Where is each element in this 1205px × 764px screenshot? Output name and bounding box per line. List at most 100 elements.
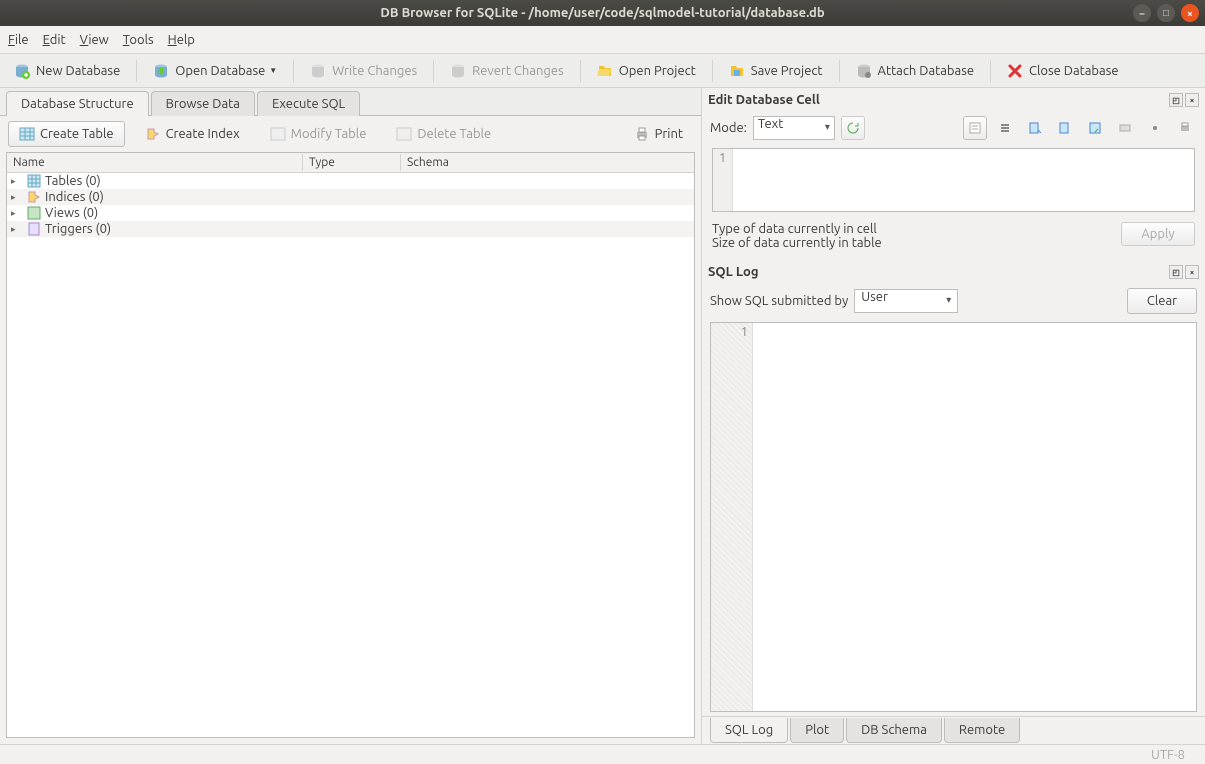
menu-tools[interactable]: Tools — [123, 33, 154, 47]
index-create-icon — [145, 126, 161, 142]
expand-icon[interactable]: ▸ — [11, 192, 23, 203]
tree-header: Name Type Schema — [7, 153, 694, 173]
null-icon — [1118, 121, 1132, 135]
index-icon — [27, 190, 41, 204]
save-cell-button[interactable] — [1083, 116, 1107, 140]
log-gutter: 1 — [711, 323, 753, 711]
statusbar: UTF-8 — [0, 744, 1205, 764]
mode-value: Text — [758, 117, 783, 131]
tab-db-schema[interactable]: DB Schema — [846, 718, 942, 743]
refresh-icon — [846, 121, 860, 135]
col-schema[interactable]: Schema — [401, 154, 694, 171]
create-table-label: Create Table — [40, 127, 114, 141]
print-icon — [634, 126, 650, 142]
edit-cell-panel-title: Edit Database Cell ◰ × — [702, 88, 1205, 112]
import-icon — [1058, 121, 1072, 135]
expand-icon[interactable]: ▸ — [11, 208, 23, 219]
window-title: DB Browser for SQLite - /home/user/code/… — [380, 6, 824, 20]
write-changes-label: Write Changes — [332, 64, 417, 78]
tab-sql-log[interactable]: SQL Log — [710, 718, 788, 743]
menu-view[interactable]: View — [80, 33, 109, 47]
print-icon — [1178, 121, 1192, 135]
minimize-button[interactable]: – — [1133, 4, 1151, 22]
panel-close-button[interactable]: × — [1185, 265, 1199, 279]
print-cell-button[interactable] — [1173, 116, 1197, 140]
sql-log-area[interactable]: 1 — [710, 322, 1197, 712]
edit-cell-title-label: Edit Database Cell — [708, 93, 820, 107]
delete-table-button: Delete Table — [386, 122, 501, 146]
main-toolbar: New Database Open Database ▼ Write Chang… — [0, 54, 1205, 88]
create-table-button[interactable]: Create Table — [8, 121, 125, 147]
panel-close-button[interactable]: × — [1185, 93, 1199, 107]
show-sql-label: Show SQL submitted by — [710, 294, 848, 308]
open-database-button[interactable]: Open Database ▼ — [145, 60, 285, 82]
bottom-tabs: SQL Log Plot DB Schema Remote — [702, 716, 1205, 744]
tab-database-structure[interactable]: Database Structure — [6, 91, 149, 116]
expand-icon[interactable]: ▸ — [11, 224, 23, 235]
table-delete-icon — [396, 126, 412, 142]
cell-editor[interactable]: 1 — [712, 148, 1195, 212]
clear-cell-button[interactable] — [1143, 116, 1167, 140]
refresh-cell-button[interactable] — [841, 116, 865, 140]
log-line-1: 1 — [741, 325, 748, 339]
open-database-dropdown[interactable]: ▼ — [269, 66, 277, 75]
tab-plot[interactable]: Plot — [790, 718, 844, 743]
panel-float-button[interactable]: ◰ — [1169, 93, 1183, 107]
titlebar: DB Browser for SQLite - /home/user/code/… — [0, 0, 1205, 26]
menubar: File Edit View Tools Help — [0, 26, 1205, 54]
sql-source-select[interactable]: User — [854, 289, 958, 313]
clear-icon — [1148, 121, 1162, 135]
new-database-label: New Database — [36, 64, 120, 78]
tab-browse-data[interactable]: Browse Data — [151, 91, 255, 116]
maximize-button[interactable]: □ — [1157, 4, 1175, 22]
log-text-area[interactable] — [753, 323, 1196, 711]
tab-remote[interactable]: Remote — [944, 718, 1020, 743]
text-view-button[interactable] — [963, 116, 987, 140]
expand-icon[interactable]: ▸ — [11, 176, 23, 187]
sql-source-value: User — [861, 290, 888, 304]
tree-triggers[interactable]: ▸ Triggers (0) — [7, 221, 694, 237]
print-button[interactable]: Print — [624, 122, 693, 146]
menu-file[interactable]: File — [8, 33, 29, 47]
tree-tables[interactable]: ▸ Tables (0) — [7, 173, 694, 189]
apply-button: Apply — [1121, 222, 1195, 246]
trigger-icon — [27, 222, 41, 236]
schema-tree[interactable]: Name Type Schema ▸ Tables (0) ▸ Indices … — [6, 152, 695, 738]
export-button[interactable] — [1023, 116, 1047, 140]
open-project-icon — [597, 63, 613, 79]
clear-log-button[interactable]: Clear — [1127, 288, 1197, 314]
open-project-button[interactable]: Open Project — [589, 60, 704, 82]
menu-help[interactable]: Help — [168, 33, 195, 47]
close-database-button[interactable]: Close Database — [999, 60, 1127, 82]
revert-changes-button: Revert Changes — [442, 60, 572, 82]
editor-gutter: 1 — [713, 149, 733, 211]
tree-indices[interactable]: ▸ Indices (0) — [7, 189, 694, 205]
attach-database-button[interactable]: Attach Database — [848, 60, 983, 82]
menu-edit[interactable]: Edit — [43, 33, 66, 47]
table-create-icon — [19, 126, 35, 142]
view-icon — [27, 206, 41, 220]
tree-triggers-label: Triggers (0) — [45, 222, 111, 236]
encoding-label: UTF-8 — [1151, 748, 1185, 762]
null-button[interactable] — [1113, 116, 1137, 140]
save-project-label: Save Project — [751, 64, 823, 78]
attach-database-icon — [856, 63, 872, 79]
create-index-button[interactable]: Create Index — [135, 122, 250, 146]
cell-text-area[interactable] — [733, 149, 1194, 211]
tree-views[interactable]: ▸ Views (0) — [7, 205, 694, 221]
mode-select[interactable]: Text — [753, 116, 835, 140]
sql-log-panel-title: SQL Log ◰ × — [702, 260, 1205, 284]
new-database-button[interactable]: New Database — [6, 60, 128, 82]
save-project-button[interactable]: Save Project — [721, 60, 831, 82]
tab-execute-sql[interactable]: Execute SQL — [257, 91, 360, 116]
list-view-button[interactable] — [993, 116, 1017, 140]
col-name[interactable]: Name — [7, 154, 303, 171]
panel-float-button[interactable]: ◰ — [1169, 265, 1183, 279]
tree-tables-label: Tables (0) — [45, 174, 101, 188]
close-button[interactable]: × — [1181, 4, 1199, 22]
list-icon — [998, 121, 1012, 135]
col-type[interactable]: Type — [303, 154, 401, 171]
import-button[interactable] — [1053, 116, 1077, 140]
structure-toolbar: Create Table Create Index Modify Table D… — [0, 116, 701, 152]
open-database-label: Open Database — [175, 64, 265, 78]
